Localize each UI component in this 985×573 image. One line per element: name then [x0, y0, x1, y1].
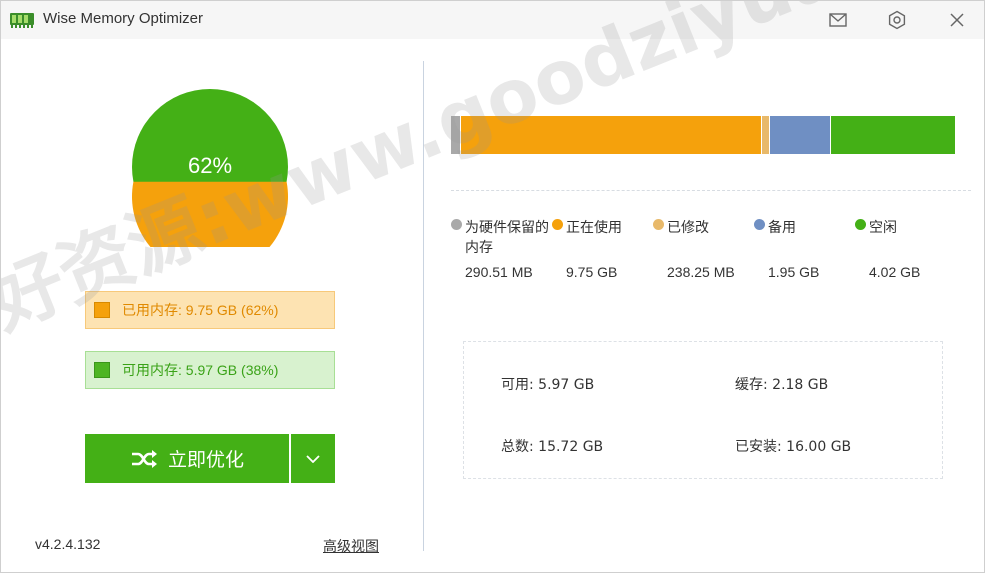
- chevron-down-icon: [306, 454, 320, 463]
- close-button[interactable]: [944, 7, 970, 33]
- hardware-dot: [451, 219, 462, 230]
- window-title: Wise Memory Optimizer: [43, 10, 204, 27]
- settings-button[interactable]: [884, 7, 910, 33]
- bar-segment-modified: [761, 116, 770, 154]
- free-memory-text: 可用内存: 5.97 GB (38%): [122, 362, 279, 378]
- category-free: 空闲 4.02 GB: [855, 218, 953, 280]
- shuffle-icon: [130, 449, 158, 469]
- category-name: 正在使用: [566, 220, 622, 236]
- optimize-dropdown-button[interactable]: [291, 434, 335, 483]
- category-value: 4.02 GB: [869, 264, 921, 280]
- optimize-now-label: 立即优化: [167, 449, 244, 471]
- used-memory-text: 已用内存: 9.75 GB (62%): [122, 302, 279, 318]
- category-in-use: 正在使用 9.75 GB: [552, 218, 650, 280]
- feedback-button[interactable]: [825, 7, 851, 33]
- bar-segment-free: [831, 116, 955, 154]
- free-memory-legend: 可用内存: 5.97 GB (38%): [85, 351, 335, 389]
- in-use-dot: [552, 219, 563, 230]
- bar-segment-in-use: [460, 116, 761, 154]
- category-name: 为硬件保留的内存: [465, 220, 549, 256]
- cached-stat: 缓存: 2.18 GB: [735, 377, 829, 393]
- close-icon: [950, 13, 964, 27]
- optimize-now-button[interactable]: 立即优化: [85, 434, 289, 483]
- category-value: 1.95 GB: [768, 264, 820, 280]
- category-value: 9.75 GB: [566, 264, 618, 280]
- category-name: 空闲: [869, 220, 897, 236]
- pie-used-slice: [132, 181, 288, 275]
- category-name: 已修改: [667, 220, 709, 236]
- free-swatch: [94, 362, 110, 378]
- memory-chip-icon: [10, 13, 34, 28]
- category-hardware: 为硬件保留的内存 290.51 MB: [451, 218, 549, 280]
- bar-segment-hardware: [451, 116, 460, 154]
- memory-stats-panel: 可用: 5.97 GB 缓存: 2.18 GB 总数: 15.72 GB 已安装…: [463, 341, 943, 479]
- category-modified: 已修改 238.25 MB: [653, 218, 751, 280]
- category-value: 238.25 MB: [667, 264, 735, 280]
- used-swatch: [94, 302, 110, 318]
- separator-line: [451, 190, 971, 191]
- installed-stat: 已安装: 16.00 GB: [735, 439, 852, 455]
- category-standby: 备用 1.95 GB: [754, 218, 852, 280]
- free-dot: [855, 219, 866, 230]
- version-label: v4.2.4.132: [35, 536, 101, 552]
- title-bar: Wise Memory Optimizer: [1, 1, 984, 39]
- gear-icon: [888, 10, 906, 30]
- category-name: 备用: [768, 220, 796, 236]
- memory-pie-chart: 62%: [129, 87, 291, 275]
- advanced-view-link[interactable]: 高级视图: [323, 536, 379, 556]
- bar-segment-standby: [770, 116, 831, 154]
- app-window: Wise Memory Optimizer 62% 已用内存: 9.75 GB …: [0, 0, 985, 573]
- standby-dot: [754, 219, 765, 230]
- available-stat: 可用: 5.97 GB: [501, 377, 595, 393]
- pie-percent-label: 62%: [187, 153, 233, 178]
- used-memory-legend: 已用内存: 9.75 GB (62%): [85, 291, 335, 329]
- modified-dot: [653, 219, 664, 230]
- category-value: 290.51 MB: [465, 264, 533, 280]
- panel-divider: [423, 61, 424, 551]
- total-stat: 总数: 15.72 GB: [501, 439, 604, 455]
- mail-icon: [829, 13, 847, 27]
